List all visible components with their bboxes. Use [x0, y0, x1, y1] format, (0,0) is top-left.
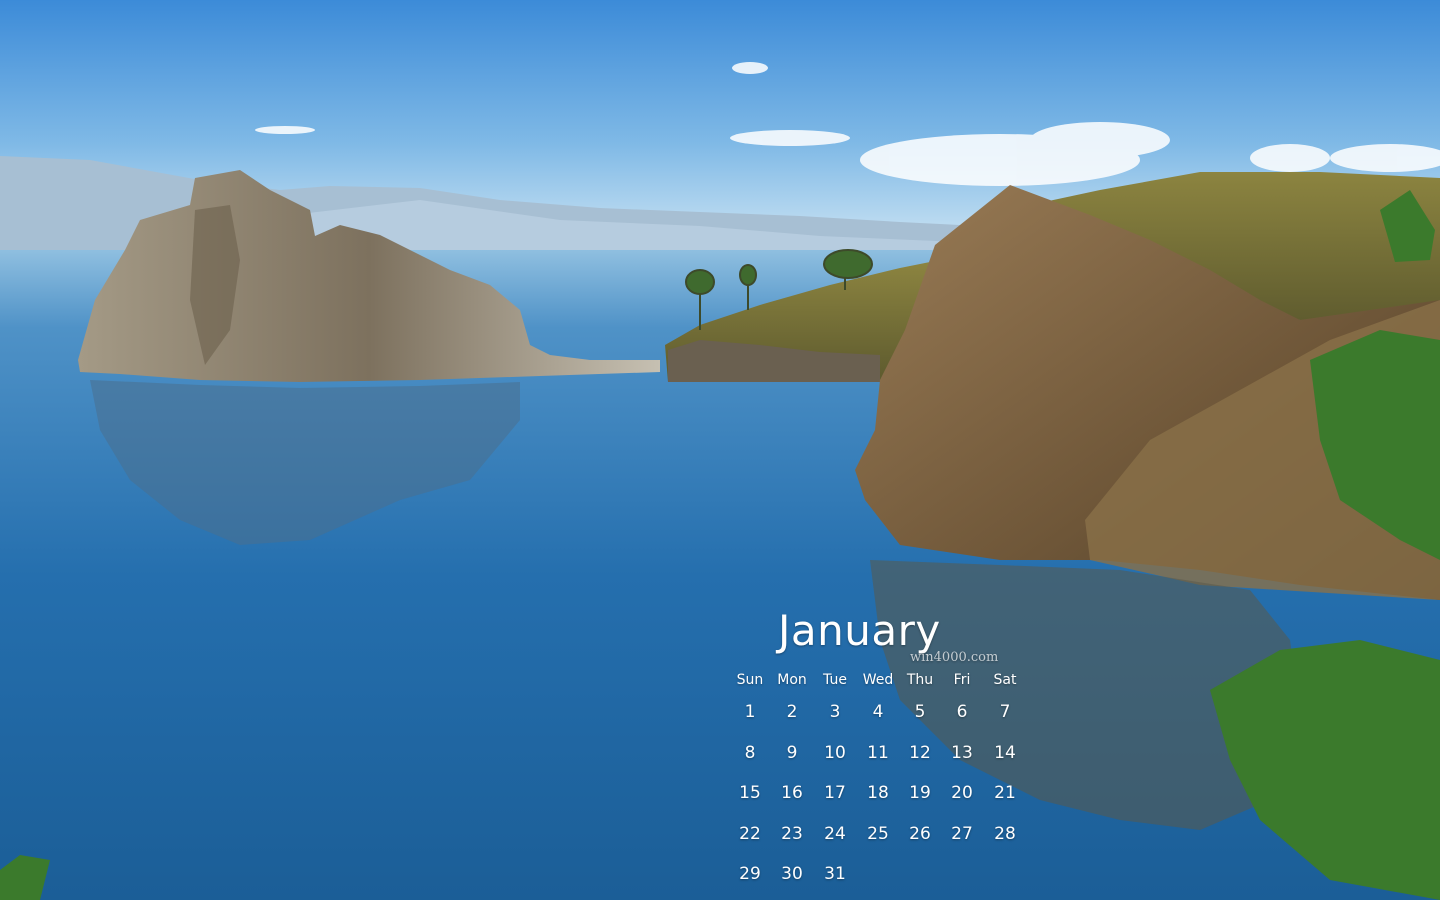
calendar-day-2: 2 — [786, 702, 798, 722]
calendar-day-11: 11 — [867, 743, 889, 763]
calendar-day-31: 31 — [824, 864, 846, 884]
calendar-day-24: 24 — [824, 824, 846, 844]
calendar-day-23: 23 — [781, 824, 803, 844]
calendar-day-27: 27 — [951, 824, 973, 844]
calendar-day-25: 25 — [867, 824, 889, 844]
calendar-day-30: 30 — [781, 864, 803, 884]
weekday-fri: Fri — [953, 672, 971, 688]
calendar-day-6: 6 — [956, 702, 968, 722]
month-title: January — [778, 606, 941, 655]
calendar-day-21: 21 — [994, 783, 1016, 803]
calendar-day-3: 3 — [829, 702, 841, 722]
calendar-day-13: 13 — [951, 743, 973, 763]
calendar-day-10: 10 — [824, 743, 846, 763]
weekday-sun: Sun — [736, 672, 764, 688]
calendar-day-14: 14 — [994, 743, 1016, 763]
weekday-thu: Thu — [906, 672, 934, 688]
calendar-day-15: 15 — [739, 783, 761, 803]
calendar-day-12: 12 — [909, 743, 931, 763]
calendar-day-9: 9 — [786, 743, 798, 763]
calendar-day-29: 29 — [739, 864, 761, 884]
weekday-mon: Mon — [777, 672, 807, 688]
calendar-day-5: 5 — [914, 702, 926, 722]
calendar-day-4: 4 — [872, 702, 884, 722]
calendar-day-16: 16 — [781, 783, 803, 803]
calendar-day-28: 28 — [994, 824, 1016, 844]
watermark: win4000.com — [910, 650, 999, 665]
weekday-tue: Tue — [823, 672, 847, 688]
lake-landscape-photo — [0, 0, 1440, 900]
calendar-day-26: 26 — [909, 824, 931, 844]
calendar-day-7: 7 — [999, 702, 1011, 722]
calendar-day-17: 17 — [824, 783, 846, 803]
weekday-sat: Sat — [993, 672, 1017, 688]
calendar-day-19: 19 — [909, 783, 931, 803]
weekday-wed: Wed — [862, 672, 894, 688]
calendar-day-22: 22 — [739, 824, 761, 844]
calendar-day-20: 20 — [951, 783, 973, 803]
calendar-day-18: 18 — [867, 783, 889, 803]
calendar-day-8: 8 — [744, 743, 756, 763]
calendar-day-1: 1 — [744, 702, 756, 722]
